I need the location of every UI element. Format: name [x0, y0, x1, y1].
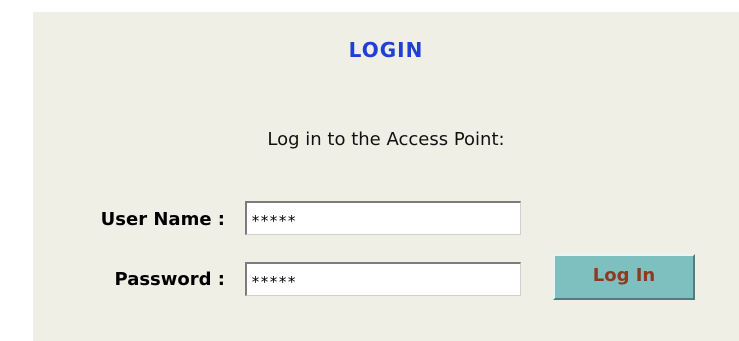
- username-input[interactable]: [245, 201, 521, 235]
- login-title: LOGIN: [348, 38, 424, 62]
- login-button[interactable]: Log In: [553, 254, 695, 300]
- login-subtitle: Log in to the Access Point:: [267, 129, 505, 150]
- password-label: Password :: [114, 269, 225, 290]
- username-label: User Name :: [100, 209, 225, 230]
- login-panel: LOGIN Log in to the Access Point: User N…: [33, 12, 739, 341]
- password-input[interactable]: [245, 262, 521, 296]
